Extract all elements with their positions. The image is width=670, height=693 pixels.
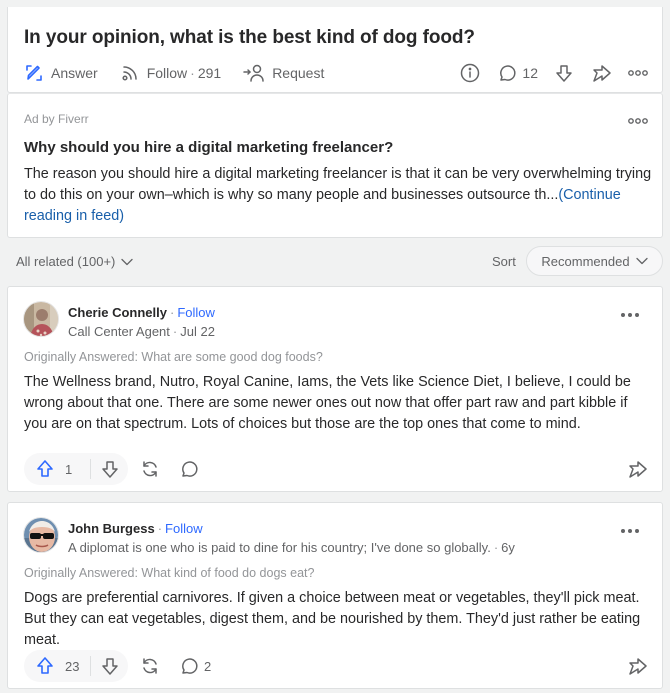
downvote-button[interactable] <box>91 453 128 485</box>
author-credential-line: A diplomat is one who is paid to dine fo… <box>68 540 515 555</box>
author-name[interactable]: John Burgess <box>68 521 155 536</box>
answer-comment-count: 2 <box>204 658 212 674</box>
downvote-icon <box>101 461 118 478</box>
request-person-icon <box>243 64 264 82</box>
comments-button[interactable]: 12 <box>496 63 538 83</box>
follow-author-link[interactable]: Follow <box>177 305 215 320</box>
upvote-icon <box>37 460 53 477</box>
more-icon <box>621 529 639 533</box>
avatar[interactable] <box>23 517 59 553</box>
reshare-icon <box>143 461 157 477</box>
answer-more-button[interactable] <box>620 305 640 323</box>
answer-button[interactable]: Answer <box>24 63 98 83</box>
upvote-count: 1 <box>65 461 73 477</box>
comment-icon <box>500 65 516 81</box>
separator-dot: · <box>169 305 175 320</box>
answer-comment-button[interactable] <box>178 459 204 479</box>
ad-label: Ad by Fiverr <box>24 112 89 126</box>
pencil-icon <box>26 65 42 81</box>
info-button[interactable] <box>460 63 480 83</box>
more-icon <box>628 118 648 124</box>
author-line: Cherie Connelly · Follow <box>68 305 215 320</box>
upvote-button[interactable]: 1 <box>24 453 90 485</box>
share-icon <box>593 65 611 82</box>
downvote-icon <box>556 65 572 82</box>
all-related-label: All related (100+) <box>16 254 116 269</box>
follow-question-button[interactable]: Follow · 291 <box>120 63 222 83</box>
question-card: In your opinion, what is the best kind o… <box>7 7 663 93</box>
answer-body: The Wellness brand, Nutro, Royal Canine,… <box>24 374 631 432</box>
filter-bar: All related (100+) Sort Recommended <box>0 244 670 278</box>
share-answer-button[interactable] <box>626 459 648 484</box>
separator-dot: · <box>190 65 195 81</box>
answer-footer: 1 <box>24 453 648 485</box>
author-credential: Call Center Agent <box>68 324 170 339</box>
upvote-button[interactable]: 23 <box>24 650 90 682</box>
downvote-icon <box>101 658 118 675</box>
separator-dot: · <box>493 540 499 555</box>
answer-body: Dogs are preferential carnivores. If giv… <box>24 590 641 648</box>
ad-title[interactable]: Why should you hire a digital marketing … <box>24 139 393 156</box>
ad-card: Ad by Fiverr Why should you hire a digit… <box>7 93 663 238</box>
follow-feed-icon <box>122 66 137 81</box>
chevron-down-icon <box>121 258 134 265</box>
author-line: John Burgess · Follow <box>68 521 203 536</box>
request-label: Request <box>272 65 325 81</box>
author-credential: A diplomat is one who is paid to dine fo… <box>68 540 491 555</box>
reshare-button[interactable] <box>140 656 160 681</box>
comment-icon <box>182 461 198 477</box>
share-question-button[interactable] <box>590 63 612 83</box>
follow-count: 291 <box>197 65 222 81</box>
more-icon <box>628 70 648 76</box>
sort-value: Recommended <box>541 253 630 269</box>
vote-group: 23 <box>24 650 128 682</box>
upvote-icon <box>37 657 53 674</box>
question-actions: Answer Follow · 291 Request <box>24 61 346 85</box>
share-answer-button[interactable] <box>626 656 648 681</box>
author-name[interactable]: Cherie Connelly <box>68 305 167 320</box>
all-related-dropdown[interactable]: All related (100+) <box>16 254 134 269</box>
avatar-photo <box>24 302 58 336</box>
answer-footer: 23 2 <box>24 650 648 682</box>
share-icon <box>629 461 647 478</box>
author-credential-line: Call Center Agent · Jul 22 <box>68 324 215 339</box>
ad-more-button[interactable] <box>628 112 648 130</box>
upvote-count: 23 <box>65 658 80 674</box>
answer-more-button[interactable] <box>620 521 640 539</box>
sort-dropdown[interactable]: Recommended <box>526 246 663 276</box>
chevron-down-icon <box>635 257 648 265</box>
avatar[interactable] <box>23 301 59 337</box>
question-title[interactable]: In your opinion, what is the best kind o… <box>24 27 475 49</box>
comment-count: 12 <box>522 65 538 81</box>
request-button[interactable]: Request <box>243 63 324 83</box>
originally-answered[interactable]: Originally Answered: What kind of food d… <box>24 566 314 580</box>
answer-date[interactable]: 6y <box>501 540 515 555</box>
sort-label: Sort <box>492 254 516 269</box>
downvote-question-button[interactable] <box>554 63 574 83</box>
answer-card: John Burgess · Follow A diplomat is one wh… <box>7 502 663 689</box>
answer-date[interactable]: Jul 22 <box>180 324 215 339</box>
reshare-icon <box>143 658 157 674</box>
question-more-button[interactable] <box>628 69 648 77</box>
separator-dot: · <box>157 521 163 536</box>
question-right-actions: 12 <box>444 61 648 85</box>
reshare-button[interactable] <box>140 459 160 484</box>
originally-answered[interactable]: Originally Answered: What are some good … <box>24 350 323 364</box>
more-icon <box>621 313 639 317</box>
info-icon <box>461 63 480 83</box>
comment-icon <box>182 658 198 674</box>
answer-label: Answer <box>51 65 98 81</box>
vote-group: 1 <box>24 453 128 485</box>
downvote-button[interactable] <box>91 650 128 682</box>
follow-label: Follow <box>146 65 188 81</box>
share-icon <box>629 658 647 675</box>
answer-comment-button[interactable]: 2 <box>178 656 211 676</box>
ad-body: The reason you should hire a digital mar… <box>24 164 654 227</box>
answer-card: Cherie Connelly · Follow Call Center Agent… <box>7 286 663 492</box>
avatar-photo <box>24 518 58 552</box>
separator-dot: · <box>172 324 178 339</box>
follow-author-link[interactable]: Follow <box>165 521 203 536</box>
